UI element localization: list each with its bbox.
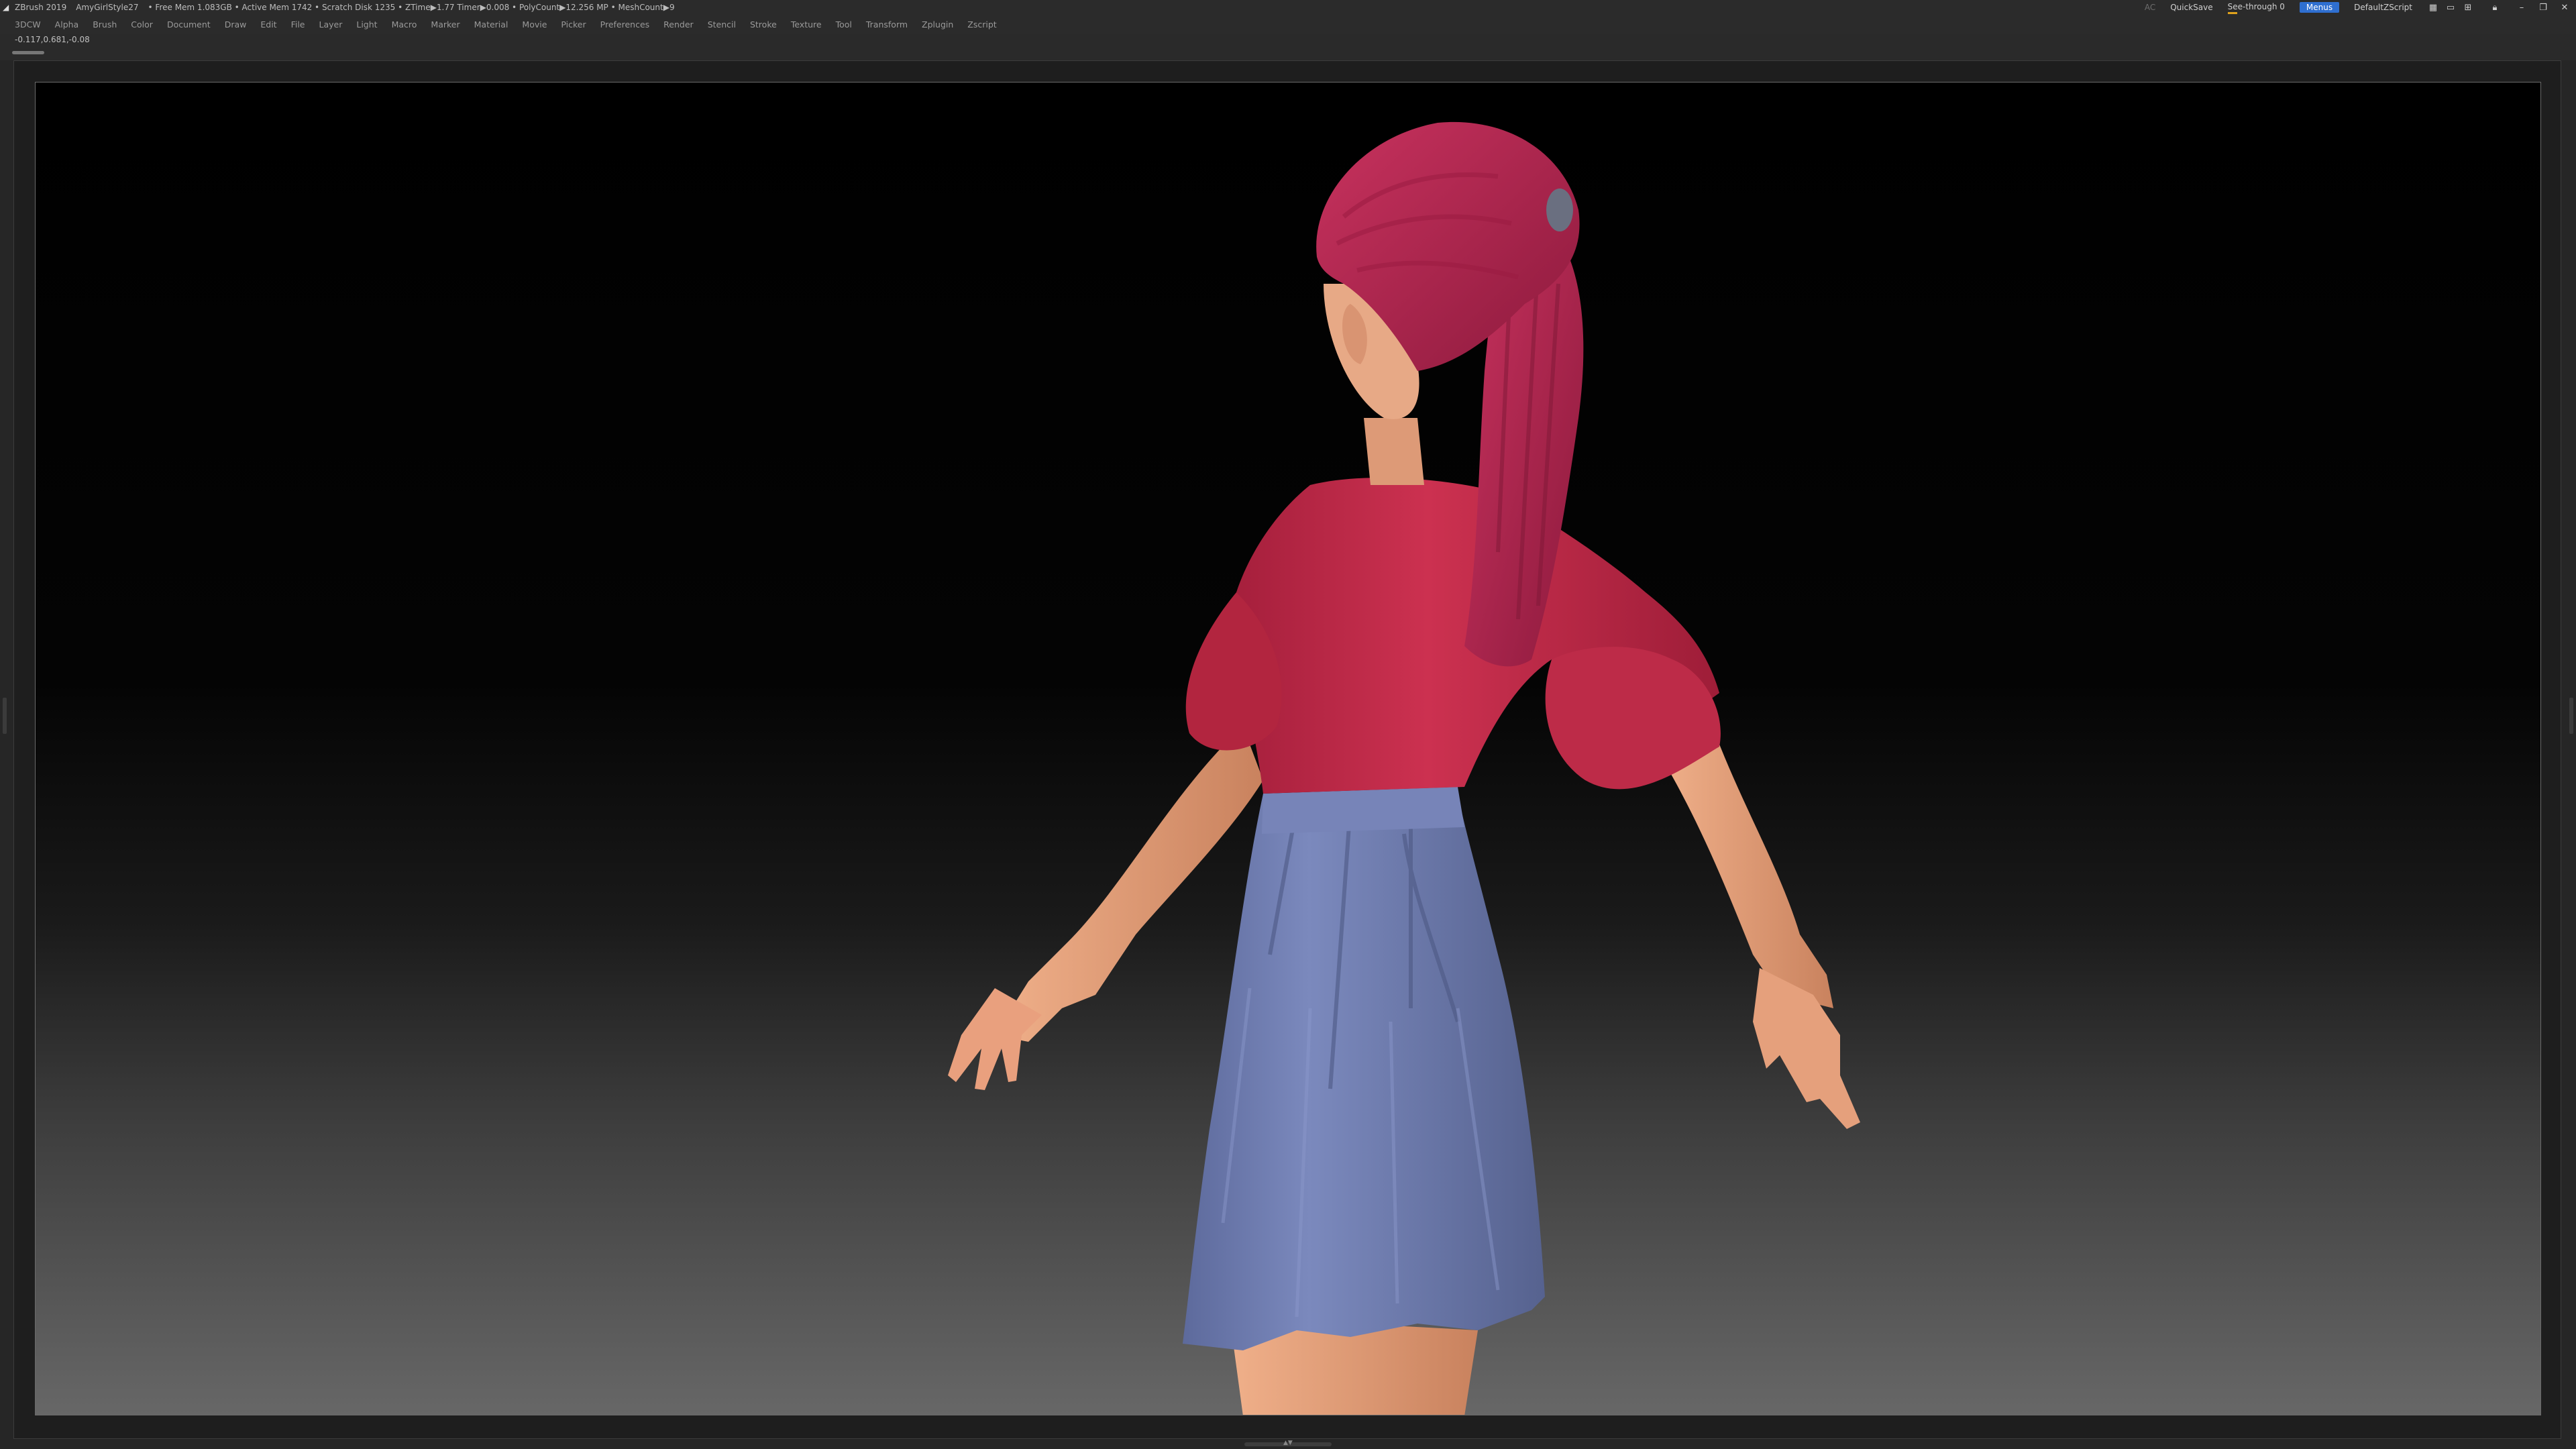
lock-icon[interactable]: 🔒︎ (2489, 3, 2501, 13)
zbrush-logo-icon: ◢ (3, 3, 9, 12)
tray-slider[interactable] (12, 51, 44, 54)
quicksave-button[interactable]: QuickSave (2170, 3, 2212, 12)
ac-button[interactable]: AC (2145, 3, 2155, 12)
memory-stats: • Free Mem 1.083GB • Active Mem 1742 • S… (148, 3, 675, 12)
menu-brush[interactable]: Brush (93, 19, 117, 30)
menu-alpha[interactable]: Alpha (55, 19, 79, 30)
close-icon[interactable]: ✕ (2559, 3, 2571, 13)
menu-material[interactable]: Material (474, 19, 508, 30)
app-title: ZBrush 2019 (15, 3, 67, 12)
skirt (1183, 794, 1545, 1350)
menu-picker[interactable]: Picker (561, 19, 586, 30)
3d-viewport[interactable] (35, 82, 2541, 1415)
title-bar: ◢ ZBrush 2019 AmyGirlStyle27 • Free Mem … (0, 0, 2576, 15)
cursor-coordinates: -0.117,0.681,-0.08 (15, 35, 90, 44)
menu-transform[interactable]: Transform (866, 19, 908, 30)
right-arm (1659, 727, 1833, 1008)
left-tray-handle[interactable] (3, 698, 7, 734)
menu-document[interactable]: Document (167, 19, 211, 30)
default-zscript-button[interactable]: DefaultZScript (2354, 3, 2412, 12)
bottom-tray-handle[interactable]: ▲▼ (1244, 1440, 1332, 1446)
menu-macro[interactable]: Macro (392, 19, 417, 30)
menu-draw[interactable]: Draw (225, 19, 247, 30)
menu-render[interactable]: Render (663, 19, 694, 30)
right-hand (1753, 968, 1860, 1129)
menu-edit[interactable]: Edit (260, 19, 276, 30)
menu-layer[interactable]: Layer (319, 19, 343, 30)
document-name: AmyGirlStyle27 (76, 3, 139, 12)
restore-icon[interactable]: ❐ (2537, 3, 2549, 13)
menu-file[interactable]: File (291, 19, 305, 30)
status-line: -0.117,0.681,-0.08 (0, 34, 2576, 60)
right-tray-handle[interactable] (2569, 698, 2573, 734)
sculpt-model (948, 121, 1860, 1415)
menu-stencil[interactable]: Stencil (708, 19, 736, 30)
menu-marker[interactable]: Marker (431, 19, 460, 30)
folder-icon[interactable]: ▭ (2445, 3, 2457, 13)
layout-icon[interactable]: ⊞ (2462, 3, 2474, 13)
menu-zscript[interactable]: Zscript (967, 19, 996, 30)
neck (1364, 418, 1424, 485)
chevron-up-icon: ▲▼ (1283, 1440, 1293, 1446)
menus-toggle-button[interactable]: Menus (2299, 2, 2340, 13)
menu-preferences[interactable]: Preferences (600, 19, 650, 30)
menu-light[interactable]: Light (356, 19, 377, 30)
menu-3dcw[interactable]: 3DCW (15, 19, 41, 30)
skirt-waistband (1262, 787, 1464, 834)
title-bar-controls: AC QuickSave See-through 0 Menus Default… (2145, 0, 2571, 15)
menu-stroke[interactable]: Stroke (750, 19, 777, 30)
minimize-icon[interactable]: – (2516, 3, 2528, 13)
menu-zplugin[interactable]: Zplugin (922, 19, 953, 30)
see-through-slider[interactable]: See-through 0 (2227, 2, 2285, 14)
menu-movie[interactable]: Movie (522, 19, 547, 30)
main-menu-bar: 3DCW Alpha Brush Color Document Draw Edi… (0, 15, 2576, 34)
grid-icon[interactable]: ▦ (2427, 3, 2439, 13)
hair-tie (1546, 189, 1573, 231)
menu-tool[interactable]: Tool (836, 19, 852, 30)
left-arm (995, 727, 1263, 1042)
menu-color[interactable]: Color (131, 19, 153, 30)
menu-texture[interactable]: Texture (791, 19, 822, 30)
